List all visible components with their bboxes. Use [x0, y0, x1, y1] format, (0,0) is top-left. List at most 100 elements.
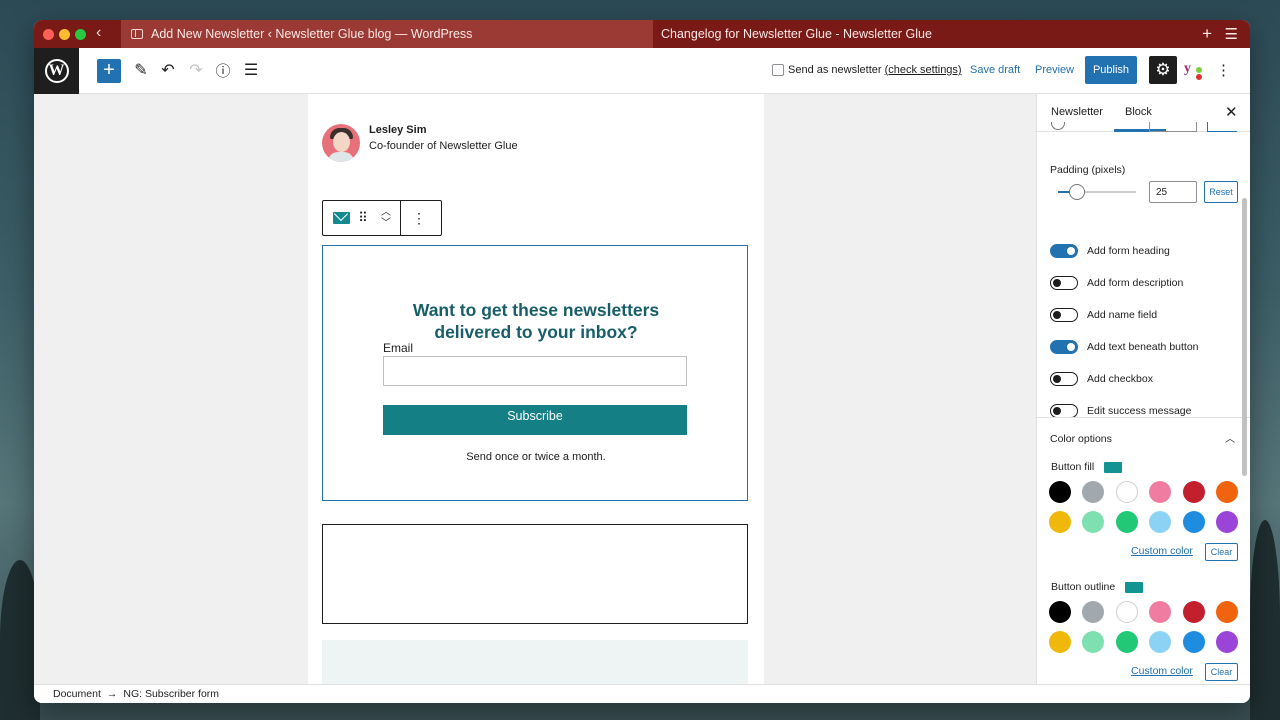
clear-button[interactable]: Clear	[1205, 543, 1238, 561]
wordpress-logo-icon[interactable]: W	[34, 48, 79, 94]
toggle-switch[interactable]	[1050, 244, 1078, 258]
color-swatch[interactable]	[1082, 481, 1105, 503]
color-swatch[interactable]	[1216, 481, 1238, 503]
sidebar-scrollbar[interactable]	[1242, 198, 1247, 476]
empty-block[interactable]	[322, 524, 748, 624]
info-icon[interactable]: ⓘ	[213, 60, 233, 81]
color-swatch[interactable]	[1216, 601, 1238, 623]
color-swatch[interactable]	[1216, 631, 1238, 653]
color-swatch[interactable]	[1082, 511, 1105, 533]
tab-add-new-newsletter[interactable]: Add New Newsletter ‹ Newsletter Glue blo…	[121, 20, 653, 48]
clear-button[interactable]: Clear	[1205, 663, 1238, 681]
menu-icon[interactable]: ☰	[1225, 25, 1238, 43]
toggle-edit-success-message[interactable]: Edit success message	[1050, 404, 1191, 418]
color-swatch[interactable]	[1182, 511, 1205, 533]
button-outline-label: Button outline	[1051, 581, 1144, 593]
color-swatch[interactable]	[1149, 511, 1172, 533]
toggle-switch[interactable]	[1050, 276, 1078, 290]
text-beneath-button[interactable]: Send once or twice a month.	[323, 451, 749, 463]
color-swatch[interactable]	[1182, 631, 1205, 653]
color-options-title[interactable]: Color options	[1050, 433, 1112, 445]
save-draft-button[interactable]: Save draft	[970, 64, 1020, 76]
close-icon[interactable]: ✕	[1225, 103, 1238, 121]
number-input[interactable]	[1149, 122, 1197, 132]
form-heading[interactable]: Want to get these newsletters delivered …	[323, 299, 749, 343]
check-settings-link[interactable]: (check settings)	[885, 64, 962, 76]
pencil-icon[interactable]: ✎	[131, 60, 151, 80]
publish-button[interactable]: Publish	[1085, 56, 1137, 84]
tab-changelog[interactable]: Changelog for Newsletter Glue - Newslett…	[661, 20, 932, 48]
settings-gear-icon[interactable]: ⚙	[1149, 56, 1177, 84]
send-as-newsletter-checkbox[interactable]	[772, 64, 784, 76]
sidebar-icon	[131, 29, 143, 39]
custom-color-link[interactable]: Custom color	[1131, 665, 1193, 677]
color-swatch[interactable]	[1082, 631, 1105, 653]
send-as-newsletter[interactable]: Send as newsletter (check settings)	[772, 64, 962, 76]
send-as-newsletter-label: Send as newsletter	[788, 64, 882, 76]
toggle-switch[interactable]	[1050, 340, 1078, 354]
form-heading-line: Want to get these newsletters	[412, 300, 660, 320]
toggle-switch[interactable]	[1050, 372, 1078, 386]
tab-block[interactable]: Block	[1125, 106, 1152, 118]
yoast-status-dot	[1196, 67, 1202, 73]
toggle-add-text-beneath-button[interactable]: Add text beneath button	[1050, 340, 1199, 354]
preview-button[interactable]: Preview	[1035, 64, 1074, 76]
redo-icon[interactable]: ↷	[186, 60, 206, 80]
email-field[interactable]	[383, 356, 687, 386]
breadcrumb-block[interactable]: NG: Subscriber form	[123, 688, 219, 700]
padding-slider-thumb[interactable]	[1069, 184, 1085, 200]
custom-color-link[interactable]: Custom color	[1131, 545, 1193, 557]
color-swatch[interactable]	[1049, 631, 1071, 653]
editor-toolbar: W + ✎ ↶ ↷ ⓘ ☰ Send as newsletter (check …	[34, 48, 1250, 94]
color-swatch[interactable]	[1216, 511, 1238, 533]
tab-newsletter[interactable]: Newsletter	[1051, 106, 1103, 118]
color-swatch[interactable]	[1115, 481, 1138, 503]
zoom-window-button[interactable]	[75, 29, 86, 40]
author-block[interactable]: Lesley Sim Co-founder of Newsletter Glue	[322, 124, 518, 162]
color-swatch[interactable]	[1049, 481, 1071, 503]
color-swatch[interactable]	[1149, 481, 1172, 503]
padding-input[interactable]: 25	[1149, 181, 1197, 203]
options-icon[interactable]: ⋮	[1216, 61, 1231, 79]
padding-reset-button[interactable]: Reset	[1204, 181, 1238, 203]
arrow-right-icon: →	[106, 688, 118, 700]
color-swatch[interactable]	[1049, 601, 1071, 623]
slider-thumb[interactable]	[1051, 122, 1065, 130]
color-swatch[interactable]	[1182, 601, 1205, 623]
divider	[1037, 417, 1250, 418]
drag-handle-icon[interactable]: ⠿	[354, 201, 372, 235]
yoast-icon[interactable]: y	[1184, 61, 1191, 77]
color-swatch[interactable]	[1182, 481, 1205, 503]
color-swatch[interactable]	[1115, 601, 1138, 623]
toggle-add-checkbox[interactable]: Add checkbox	[1050, 372, 1153, 386]
color-swatch[interactable]	[1149, 631, 1172, 653]
color-swatch[interactable]	[1049, 511, 1071, 533]
toggle-switch[interactable]	[1050, 308, 1078, 322]
grey-block[interactable]	[322, 640, 748, 684]
subscribe-button[interactable]: Subscribe	[383, 405, 687, 435]
breadcrumb-document[interactable]: Document	[53, 688, 101, 700]
list-view-icon[interactable]: ☰	[241, 60, 261, 80]
mail-icon[interactable]	[328, 201, 354, 235]
color-swatch[interactable]	[1149, 601, 1172, 623]
back-icon[interactable]: ‹	[96, 24, 101, 42]
move-up-icon[interactable]: ︿	[381, 207, 391, 218]
move-down-icon[interactable]: ﹀	[381, 218, 391, 229]
toggle-add-name-field[interactable]: Add name field	[1050, 308, 1157, 322]
color-swatch[interactable]	[1115, 511, 1138, 533]
subscriber-form-block[interactable]: Want to get these newsletters delivered …	[322, 245, 748, 501]
toggle-add-form-heading[interactable]: Add form heading	[1050, 244, 1170, 258]
color-swatch[interactable]	[1082, 601, 1105, 623]
chevron-up-icon[interactable]: ︿	[1225, 430, 1235, 445]
add-block-button[interactable]: +	[97, 59, 121, 83]
minimize-window-button[interactable]	[59, 29, 70, 40]
color-swatch[interactable]	[1115, 631, 1138, 653]
toggle-switch[interactable]	[1050, 404, 1078, 418]
block-options-icon[interactable]: ⋮	[401, 201, 437, 235]
new-tab-icon[interactable]: +	[1202, 24, 1212, 44]
reset-button[interactable]	[1207, 122, 1237, 132]
toggle-label: Add form description	[1087, 277, 1184, 289]
close-window-button[interactable]	[43, 29, 54, 40]
toggle-add-form-description[interactable]: Add form description	[1050, 276, 1183, 290]
undo-icon[interactable]: ↶	[158, 60, 178, 80]
